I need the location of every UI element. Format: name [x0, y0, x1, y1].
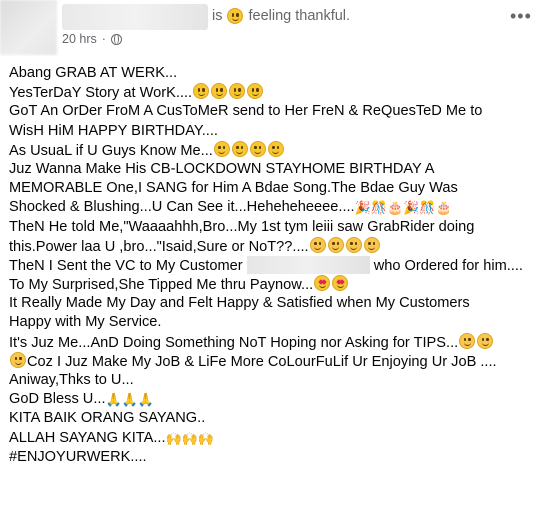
- post-line: MEMORABLE One,I SANG for Him A Bdae Song…: [9, 180, 458, 197]
- post-line: #ENJOYURWERK....: [9, 448, 534, 467]
- post-line: Happy with My Service.: [9, 314, 162, 331]
- grinning-emoji-icon: [229, 83, 246, 100]
- post-line: TheN He told Me,"Waaaahhh,Bro...My 1st t…: [9, 218, 475, 235]
- grinning-emoji-icon: [213, 140, 230, 157]
- heart-eyes-emoji-icon: [332, 275, 349, 292]
- raised-hands-icon: 🙌: [165, 430, 182, 446]
- post-line: Aniway,Thks to U...: [9, 372, 134, 388]
- grinning-emoji-icon: [249, 140, 266, 157]
- post-line: this.Power laa U ,bro..."Isaid,Sure or N…: [9, 236, 534, 256]
- blushing-emoji-icon: [459, 332, 476, 349]
- post-line: KITA BAIK ORANG SAYANG..: [9, 410, 206, 427]
- grinning-emoji-icon: [247, 83, 264, 100]
- blushing-emoji-icon: [309, 236, 326, 253]
- post-line: Shocked & Blushing...U Can See it...Hehe…: [9, 199, 452, 216]
- author-name-redacted[interactable]: [62, 4, 208, 30]
- status-suffix: feeling thankful.: [248, 8, 351, 24]
- confetti-icon: 🎊: [419, 200, 436, 216]
- globe-icon[interactable]: [110, 33, 122, 45]
- post-line: YesTerDaY Story at WorK....: [9, 83, 534, 102]
- blushing-emoji-icon: [327, 236, 344, 253]
- post-line: TheN I Sent the VC to My Customer who Or…: [9, 255, 523, 274]
- post-line: Abang GRAB AT WERK...: [9, 65, 178, 81]
- grinning-emoji-icon: [231, 140, 248, 157]
- post-body: Abang GRAB AT WERK... YesTerDaY Story at…: [9, 64, 534, 467]
- post-line: Juz Wanna Make His CB-LOCKDOWN STAYHOME …: [9, 160, 435, 177]
- grinning-emoji-icon: [211, 83, 228, 100]
- grinning-emoji-icon: [267, 140, 284, 157]
- party-popper-icon: 🎉: [403, 200, 420, 216]
- post-line: ALLAH SAYANG KITA...🙌🙌🙌: [9, 429, 215, 446]
- customer-name-redacted: [246, 255, 370, 274]
- confetti-icon: 🎊: [370, 200, 387, 216]
- post-line: It Really Made My Day and Felt Happy & S…: [9, 295, 470, 312]
- post-line: As UsuaL if U Guys Know Me...: [9, 140, 534, 160]
- post-line: To My Surprised,She Tipped Me thru Payno…: [9, 275, 534, 294]
- raised-hands-icon: 🙌: [197, 430, 215, 446]
- post-header: is feeling thankful. ••• 20 hrs ·: [0, 0, 541, 60]
- folded-hands-icon: 🙏: [105, 392, 122, 408]
- status-prefix: is: [212, 8, 223, 24]
- birthday-cake-icon: 🎂: [386, 200, 404, 216]
- post-line: GoD Bless U...🙏🙏🙏: [9, 391, 155, 408]
- post-line: GoT An OrDer FroM A CusToMeR send to Her…: [9, 103, 483, 120]
- post-line: It's Juz Me...AnD Doing Something NoT Ho…: [9, 332, 534, 352]
- heart-eyes-emoji-icon: [314, 275, 331, 292]
- separator: ·: [101, 32, 106, 46]
- folded-hands-icon: 🙏: [137, 392, 155, 408]
- timestamp[interactable]: 20 hrs: [62, 32, 97, 46]
- raised-hands-icon: 🙌: [181, 430, 198, 446]
- smiling-emoji-icon: [227, 8, 244, 24]
- blushing-emoji-icon: [363, 236, 380, 253]
- post-line: Coz I Juz Make My JoB & LiFe More CoLour…: [9, 351, 534, 371]
- birthday-cake-icon: 🎂: [435, 200, 452, 216]
- grinning-emoji-icon: [193, 83, 210, 100]
- blushing-emoji-icon: [10, 351, 26, 368]
- post-meta: 20 hrs ·: [62, 32, 122, 46]
- blushing-emoji-icon: [345, 236, 362, 253]
- feeling-status: is feeling thankful.: [212, 8, 350, 24]
- avatar[interactable]: [0, 0, 57, 55]
- more-options-icon[interactable]: •••: [510, 6, 532, 27]
- hashtag-link[interactable]: #ENJOYURWERK....: [9, 449, 147, 465]
- blushing-emoji-icon: [477, 332, 494, 349]
- party-popper-icon: 🎉: [354, 200, 371, 216]
- post-line: WisH HiM HAPPY BIRTHDAY....: [9, 122, 218, 139]
- folded-hands-icon: 🙏: [121, 392, 138, 408]
